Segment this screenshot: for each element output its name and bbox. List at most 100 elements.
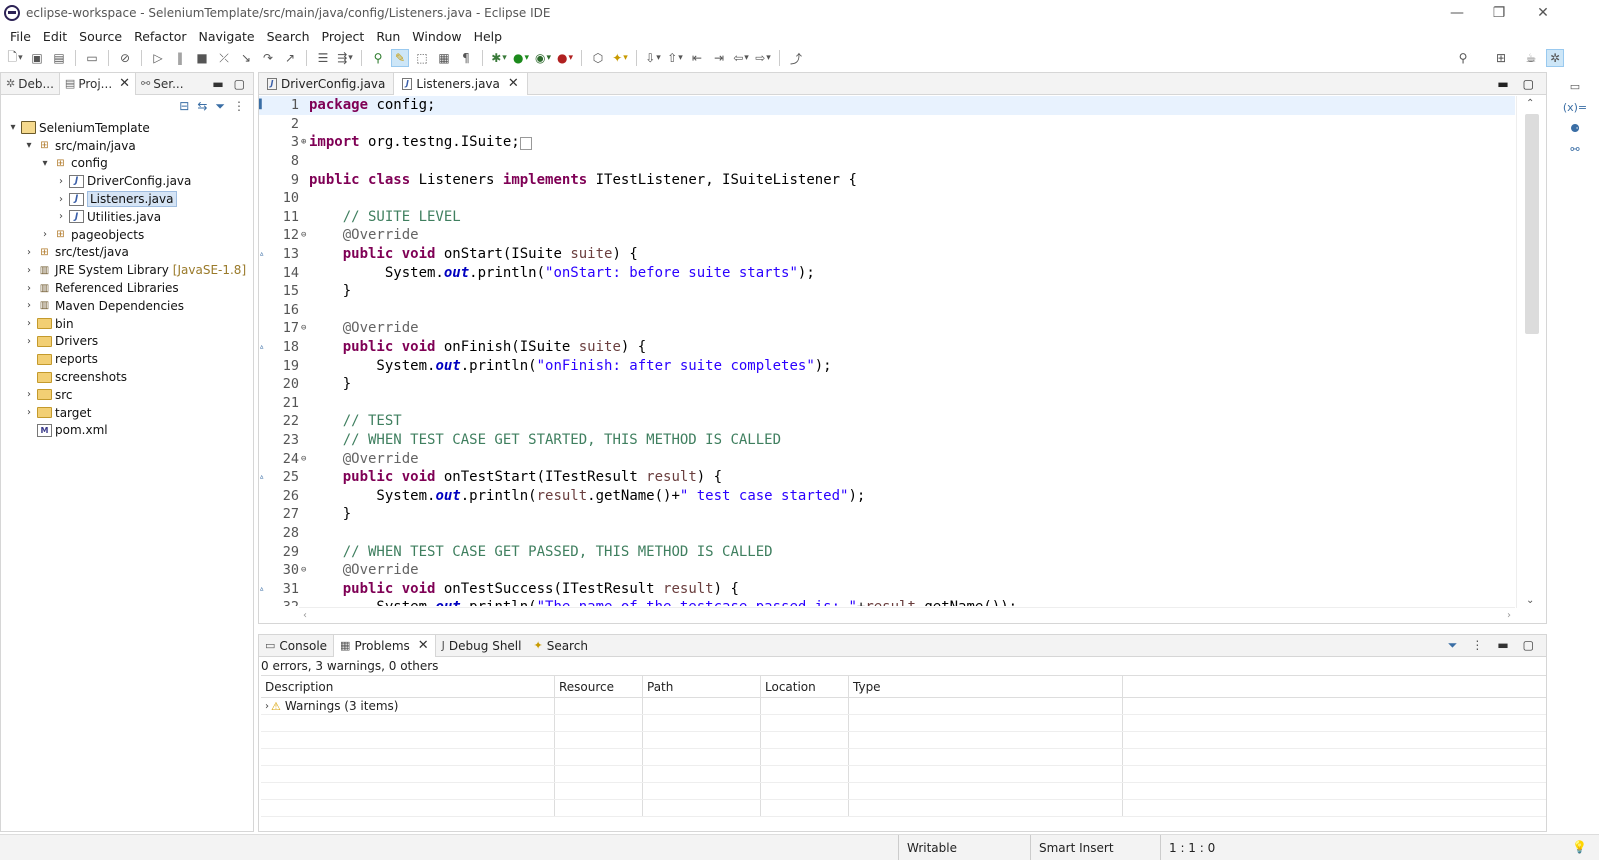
chevron-right-icon[interactable]: › <box>23 407 35 418</box>
scroll-left-icon[interactable]: ‹ <box>303 610 307 621</box>
close-window-button[interactable]: ✕ <box>1520 0 1566 26</box>
chevron-right-icon[interactable]: › <box>23 283 35 294</box>
tree-item[interactable]: ▾ ⊞ src/main/java <box>1 137 253 155</box>
code-line[interactable]: 19 System.out.println("onFinish: after s… <box>259 356 1515 375</box>
column-description[interactable]: Description <box>261 676 555 697</box>
collapse-all-icon[interactable]: ⊟ <box>179 99 189 113</box>
filter-icon[interactable]: ⏷ <box>215 99 225 114</box>
tree-item[interactable]: › ⊞ pageobjects <box>1 226 253 244</box>
code-editor[interactable]: ▌ 1 package config; 2 3 ⊕ import org.testng.IS… <box>259 96 1515 606</box>
save-all-icon[interactable]: ▤ <box>50 49 68 67</box>
code-line[interactable]: 21 <box>259 394 1515 413</box>
code-line[interactable]: ▵ 31 public void onTestSuccess(ITestResul… <box>259 579 1515 598</box>
expand-arrow-icon[interactable]: › <box>265 701 269 712</box>
scroll-up-icon[interactable]: ⌃ <box>1526 98 1534 109</box>
last-edit-location-icon[interactable]: ⇤ <box>688 49 706 67</box>
tree-item[interactable]: › ⊞ src/test/java <box>1 244 253 262</box>
minimize-view-icon[interactable]: ▬ <box>212 77 223 91</box>
code-line[interactable]: 26 System.out.println(result.getName()+"… <box>259 486 1515 505</box>
global-search-icon[interactable]: ⚲ <box>1454 49 1472 67</box>
show-whitespace-icon[interactable]: ¶ <box>457 49 475 67</box>
tree-item[interactable]: › bin <box>1 315 253 333</box>
fold-toggle-icon[interactable]: ⊖ <box>301 454 309 464</box>
tab-project-explorer[interactable]: ▤ Proj... ✕ <box>58 72 137 95</box>
code-line[interactable]: 29 // WHEN TEST CASE GET PASSED, THIS ME… <box>259 542 1515 561</box>
tab-listeners[interactable]: J Listeners.java ✕ <box>393 72 528 95</box>
restore-button[interactable]: ❐ <box>1476 0 1522 26</box>
fold-toggle-icon[interactable]: ⊖ <box>301 230 309 240</box>
breakpoints-icon[interactable]: ⚈ <box>1570 122 1580 135</box>
drop-to-frame-icon[interactable]: ☰ <box>314 49 332 67</box>
code-line[interactable]: 8 <box>259 152 1515 171</box>
code-line[interactable]: 27 } <box>259 505 1515 524</box>
resume-icon[interactable]: ▷ <box>149 49 167 67</box>
tree-item[interactable]: ▾ ⊞ config <box>1 155 253 173</box>
tree-item[interactable]: › ▥ JRE System Library [JavaSE-1.8] <box>1 261 253 279</box>
code-line[interactable]: ▵ 13 public void onStart(ISuite suite) { <box>259 245 1515 264</box>
new-icon[interactable]: 🗋 <box>6 49 24 67</box>
tab-console[interactable]: ▭ Console <box>259 635 333 657</box>
menu-file[interactable]: File <box>4 29 37 44</box>
block-selection-icon[interactable]: ⬚ <box>413 49 431 67</box>
disconnect-icon[interactable]: ⤫ <box>215 49 233 67</box>
status-cursor-position[interactable]: 1 : 1 : 0 <box>1160 835 1280 860</box>
tree-item[interactable]: › J Listeners.java <box>1 190 253 208</box>
chevron-right-icon[interactable]: › <box>23 247 35 258</box>
chevron-down-icon[interactable]: ▾ <box>7 122 19 133</box>
tip-lightbulb-icon[interactable]: 💡 <box>1572 840 1587 854</box>
back-icon[interactable]: ⇦ <box>732 49 750 67</box>
code-line[interactable]: ▌ 1 package config; <box>259 96 1515 115</box>
code-line[interactable]: 15 } <box>259 282 1515 301</box>
open-perspective-icon[interactable]: ⊞ <box>1492 49 1510 67</box>
menu-run[interactable]: Run <box>370 29 406 44</box>
save-icon[interactable]: ▣ <box>28 49 46 67</box>
terminate-icon[interactable]: ■ <box>193 49 211 67</box>
code-line[interactable]: 16 <box>259 301 1515 320</box>
run-icon[interactable]: ● <box>512 49 530 67</box>
code-line[interactable]: 20 } <box>259 375 1515 394</box>
menu-window[interactable]: Window <box>406 29 467 44</box>
chevron-right-icon[interactable]: › <box>55 194 67 205</box>
variables-icon[interactable]: (x)= <box>1563 101 1587 114</box>
code-line[interactable]: 24 ⊖ @Override <box>259 449 1515 468</box>
minimize-view-icon[interactable]: ▬ <box>1497 638 1508 653</box>
word-wrap-icon[interactable]: ▦ <box>435 49 453 67</box>
menu-refactor[interactable]: Refactor <box>128 29 192 44</box>
vertical-scrollbar[interactable]: ⌃ ⌄ <box>1516 96 1546 608</box>
previous-annotation-icon[interactable]: ⇧ <box>666 49 684 67</box>
mark-occurrences-icon[interactable]: ✎ <box>391 49 409 67</box>
tree-item[interactable]: › J Utilities.java <box>1 208 253 226</box>
menu-search[interactable]: Search <box>261 29 316 44</box>
debug-perspective-icon[interactable]: ✲ <box>1546 49 1564 67</box>
code-line[interactable]: 11 // SUITE LEVEL <box>259 208 1515 227</box>
code-line[interactable]: 28 <box>259 524 1515 543</box>
tree-item[interactable]: ▾ SeleniumTemplate <box>1 119 253 137</box>
menu-help[interactable]: Help <box>468 29 509 44</box>
chevron-right-icon[interactable]: › <box>39 229 51 240</box>
fold-toggle-icon[interactable]: ⊕ <box>301 137 309 147</box>
table-row[interactable]: › ⚠ Warnings (3 items) <box>261 698 1546 715</box>
tab-search[interactable]: ✦ Search <box>527 635 593 657</box>
view-menu-icon[interactable]: ⋮ <box>233 99 245 113</box>
code-line[interactable]: ▵ 18 public void onFinish(ISuite suite) { <box>259 338 1515 357</box>
search-toolbar-icon[interactable]: ✦ <box>611 49 629 67</box>
tree-item[interactable]: › J DriverConfig.java <box>1 172 253 190</box>
maximize-editor-icon[interactable]: ▢ <box>1523 77 1534 91</box>
code-line[interactable]: 32 System.out.println("The name of the t… <box>259 598 1515 606</box>
code-line[interactable]: 14 System.out.println("onStart: before s… <box>259 263 1515 282</box>
menu-navigate[interactable]: Navigate <box>193 29 261 44</box>
tab-problems[interactable]: ▦ Problems ✕ <box>333 634 436 657</box>
open-task-icon[interactable]: ⬡ <box>589 49 607 67</box>
skip-breakpoints-icon[interactable]: ⊘ <box>116 49 134 67</box>
code-line[interactable]: 22 // TEST <box>259 412 1515 431</box>
column-path[interactable]: Path <box>643 676 761 697</box>
suspend-icon[interactable]: ‖ <box>171 49 189 67</box>
code-line[interactable]: 12 ⊖ @Override <box>259 226 1515 245</box>
step-over-icon[interactable]: ↷ <box>259 49 277 67</box>
horizontal-scrollbar[interactable]: ‹ › <box>299 607 1515 623</box>
tree-item[interactable]: › Drivers <box>1 333 253 351</box>
column-location[interactable]: Location <box>761 676 849 697</box>
tab-debug-shell[interactable]: J Debug Shell <box>436 635 528 657</box>
expressions-icon[interactable]: ⚯ <box>1570 143 1579 156</box>
chevron-right-icon[interactable]: › <box>23 265 35 276</box>
